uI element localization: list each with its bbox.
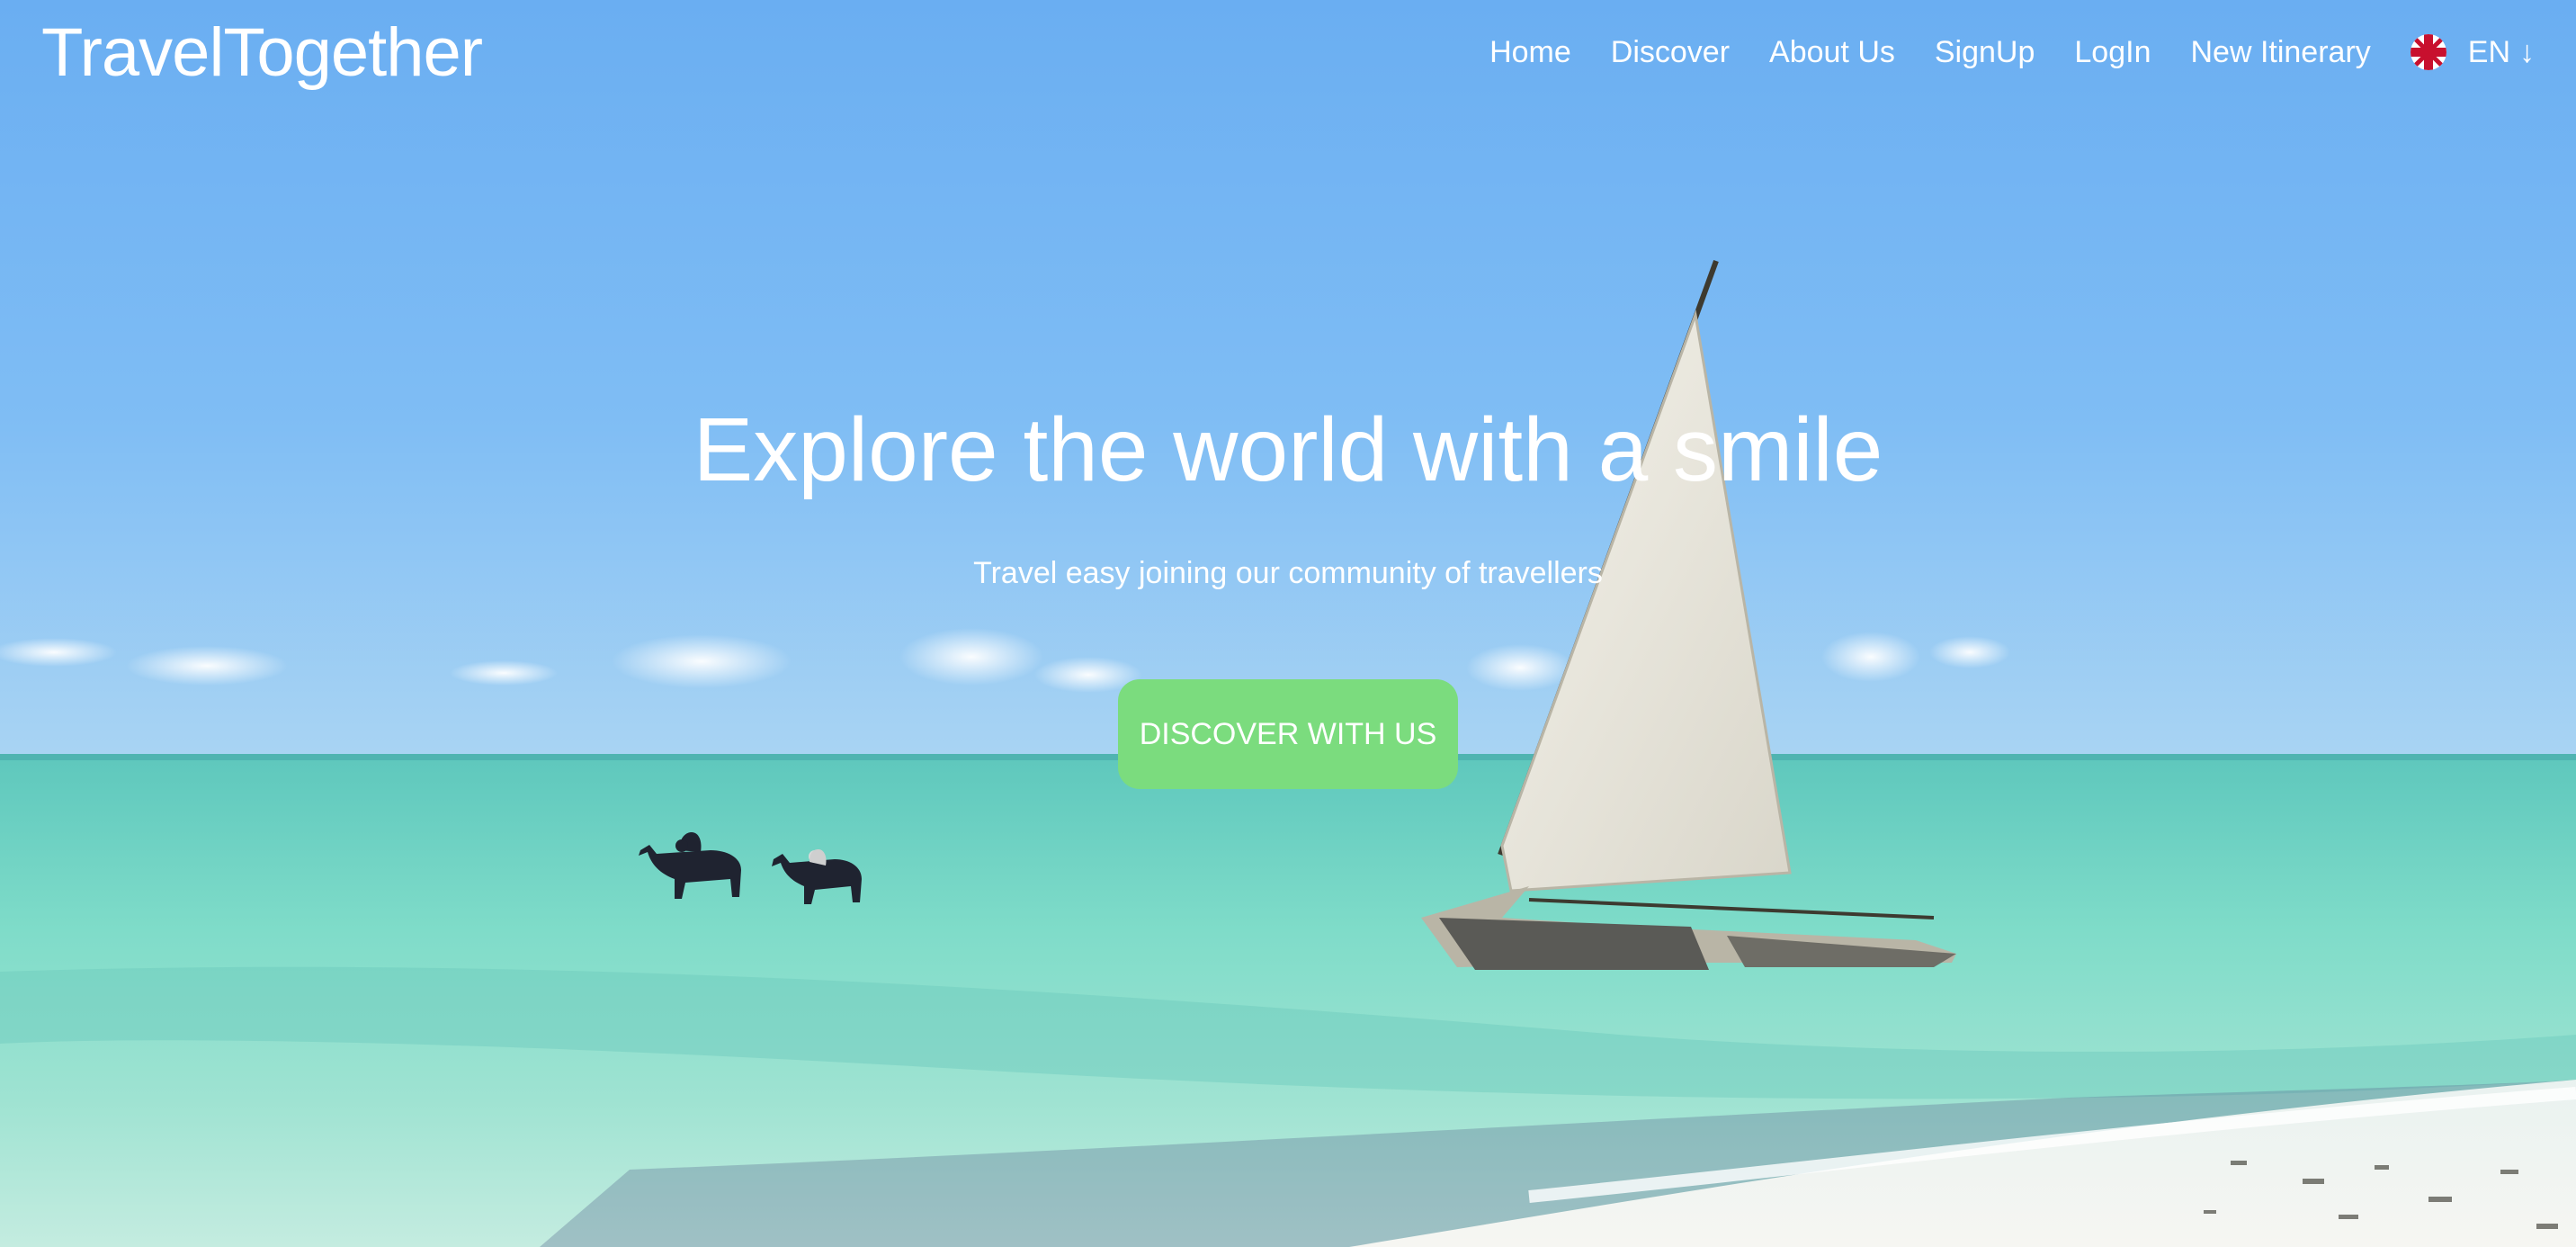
hero-title: Explore the world with a smile	[693, 399, 1883, 500]
landing-page: TravelTogether Home Discover About Us Si…	[0, 0, 2576, 1247]
hero-section: Explore the world with a smile Travel ea…	[0, 0, 2576, 1247]
discover-with-us-button[interactable]: DISCOVER WITH US	[1118, 679, 1458, 789]
hero-subtitle: Travel easy joining our community of tra…	[973, 556, 1603, 590]
